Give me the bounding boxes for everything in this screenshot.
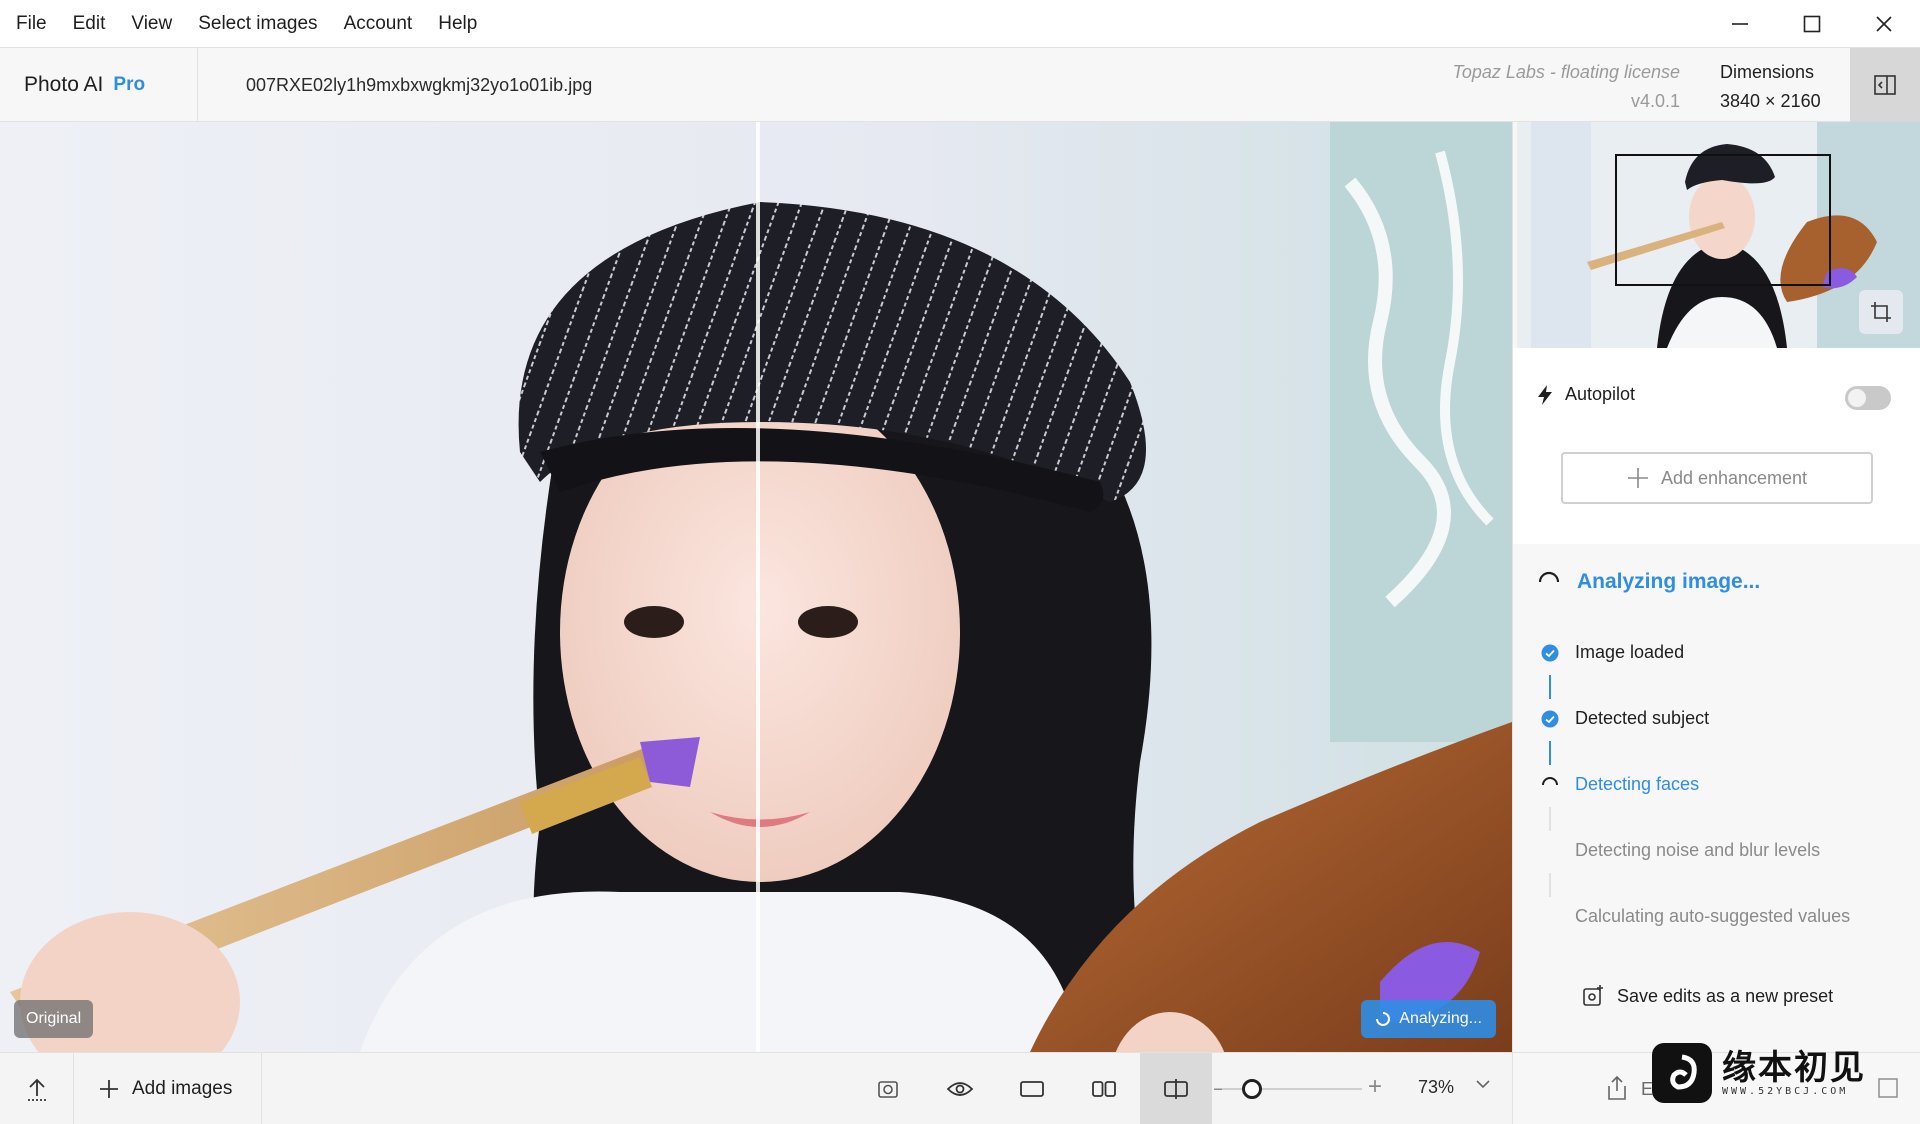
- edition-badge: Pro: [113, 74, 146, 95]
- preset-icon: [1583, 985, 1603, 1006]
- step-label: Detecting noise and blur levels: [1575, 840, 1821, 860]
- window-controls: [1704, 0, 1920, 48]
- save-preset-button[interactable]: Save edits as a new preset: [1581, 984, 1833, 1008]
- menu-help[interactable]: Help: [428, 13, 487, 35]
- autopilot-row: Autopilot: [1537, 384, 1635, 405]
- analyzing-status: Analyzing image...: [1537, 570, 1760, 594]
- zoom-slider-handle[interactable]: [1242, 1079, 1262, 1099]
- app-name: Photo AI: [24, 73, 104, 96]
- side-by-side-icon: [1092, 1081, 1116, 1097]
- split-view-button[interactable]: [1140, 1053, 1212, 1124]
- plus-icon: [100, 1080, 118, 1098]
- license-text: Topaz Labs - floating license: [1452, 62, 1680, 82]
- upload-icon: [27, 1078, 46, 1101]
- split-view-icon: [1164, 1079, 1188, 1099]
- step-detecting-noise: Detecting noise and blur levels: [1541, 840, 1820, 861]
- watermark-text: 缘本初见: [1722, 1047, 1866, 1088]
- step-calculating-values: Calculating auto-suggested values: [1541, 906, 1850, 927]
- step-label: Detecting faces: [1575, 774, 1700, 794]
- step-connector: [1549, 873, 1551, 897]
- spinner-icon: [1542, 776, 1558, 785]
- export-icon[interactable]: [1605, 1075, 1629, 1101]
- add-images-button[interactable]: Add images: [74, 1053, 262, 1124]
- preview-toggle-button[interactable]: [924, 1053, 996, 1124]
- menu-account[interactable]: Account: [334, 13, 423, 35]
- step-label: Detected subject: [1575, 708, 1710, 728]
- analyzing-badge: Analyzing...: [1361, 1000, 1496, 1038]
- autopilot-section: Autopilot Add enhancement: [1513, 348, 1920, 544]
- lightning-icon: [1538, 384, 1552, 405]
- original-badge: Original: [14, 1000, 94, 1038]
- zoom-value[interactable]: 73%: [1418, 1077, 1454, 1098]
- crop-icon: [1871, 302, 1891, 322]
- eye-icon: [946, 1082, 974, 1096]
- step-connector: [1549, 741, 1551, 765]
- add-enhancement-button[interactable]: Add enhancement: [1561, 452, 1873, 504]
- crop-button[interactable]: [1859, 290, 1903, 334]
- step-connector: [1549, 807, 1551, 831]
- step-connector: [1549, 675, 1551, 699]
- zoom-in-button[interactable]: +: [1368, 1073, 1382, 1101]
- step-label: Calculating auto-suggested values: [1575, 906, 1851, 926]
- add-images-label: Add images: [132, 1078, 233, 1099]
- sidebar-toggle-icon: [1874, 75, 1896, 95]
- close-icon: [1876, 16, 1892, 32]
- maximize-button[interactable]: [1776, 0, 1848, 48]
- menu-bar: File Edit View Select images Account Hel…: [0, 0, 1920, 48]
- step-label: Image loaded: [1575, 642, 1685, 662]
- maximize-icon: [1803, 15, 1821, 33]
- viewport-frame[interactable]: [1615, 154, 1831, 286]
- panel-toggle-button[interactable]: [1850, 48, 1920, 122]
- add-enhancement-label: Add enhancement: [1660, 467, 1808, 488]
- menu-select-images[interactable]: Select images: [188, 13, 327, 35]
- save-preset-label: Save edits as a new preset: [1617, 985, 1834, 1006]
- analyzing-title: Analyzing image...: [1577, 570, 1761, 593]
- compare-divider[interactable]: [756, 122, 760, 1052]
- step-detecting-faces: Detecting faces: [1541, 774, 1699, 795]
- side-by-side-button[interactable]: [1068, 1053, 1140, 1124]
- snapshot-button[interactable]: [852, 1053, 924, 1124]
- dimensions-value: 3840 × 2160: [1720, 91, 1821, 111]
- navigator-thumbnail[interactable]: [1517, 122, 1920, 348]
- bottom-toolbar: Add images – + 73%: [0, 1052, 1512, 1124]
- single-view-icon: [1020, 1081, 1044, 1097]
- header-bar: Photo AI Pro 007RXE02ly1h9mxbxwgkmj32yo1…: [0, 48, 1920, 122]
- menu-view[interactable]: View: [121, 13, 182, 35]
- watermark: 缘本初见 WWW.52YBCJ.COM: [1652, 1036, 1912, 1110]
- dimensions-label: Dimensions: [1720, 62, 1815, 82]
- menu-file[interactable]: File: [6, 13, 57, 35]
- chevron-down-icon[interactable]: [1474, 1075, 1492, 1093]
- file-name: 007RXE02ly1h9mxbxwgkmj32yo1o01ib.jpg: [246, 74, 593, 95]
- spinner-icon: [1376, 1012, 1391, 1026]
- analyzing-badge-label: Analyzing...: [1399, 1010, 1482, 1027]
- app-brand: Photo AI Pro: [0, 48, 198, 122]
- step-detected-subject: Detected subject: [1541, 708, 1709, 729]
- menu-edit[interactable]: Edit: [63, 13, 116, 35]
- minimize-button[interactable]: [1704, 0, 1776, 48]
- step-image-loaded: Image loaded: [1541, 642, 1684, 663]
- single-view-button[interactable]: [996, 1053, 1068, 1124]
- camera-icon: [878, 1081, 898, 1098]
- watermark-logo-icon: [1652, 1043, 1712, 1103]
- check-circle-icon: [1541, 710, 1559, 727]
- spinner-icon: [1538, 571, 1560, 583]
- version-text: v4.0.1: [1630, 91, 1680, 111]
- check-circle-icon: [1541, 644, 1559, 661]
- autopilot-toggle[interactable]: [1845, 386, 1891, 410]
- minimize-icon: [1732, 23, 1748, 25]
- watermark-url: WWW.52YBCJ.COM: [1722, 1085, 1849, 1097]
- right-panel: Autopilot Add enhancement Analyzing imag…: [1512, 122, 1920, 1124]
- plus-icon: [1627, 468, 1648, 488]
- close-button[interactable]: [1848, 0, 1920, 48]
- upload-button[interactable]: [0, 1053, 74, 1124]
- image-canvas[interactable]: Original Analyzing...: [0, 122, 1512, 1052]
- dimensions-info: Dimensions 3840 × 2160: [1720, 58, 1830, 116]
- watermark-text-block: 缘本初见 WWW.52YBCJ.COM: [1722, 1050, 1866, 1097]
- license-info: Topaz Labs - floating license v4.0.1: [1400, 58, 1680, 116]
- autopilot-label: Autopilot: [1565, 384, 1636, 404]
